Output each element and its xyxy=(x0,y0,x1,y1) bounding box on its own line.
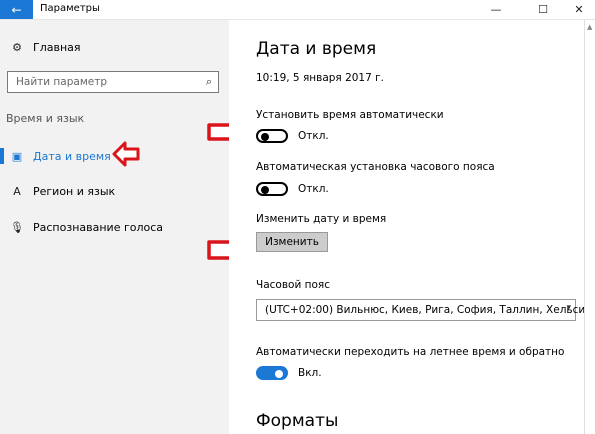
search-input[interactable] xyxy=(16,75,196,89)
change-datetime-label: Изменить дату и время xyxy=(256,213,387,225)
timezone-value: (UTC+02:00) Вильнюс, Киев, Рига, София, … xyxy=(265,304,595,316)
minimize-button[interactable]: — xyxy=(483,0,509,19)
minimize-icon: — xyxy=(490,3,502,16)
auto-time-label: Установить время автоматически xyxy=(256,109,444,121)
timezone-select[interactable]: (UTC+02:00) Вильнюс, Киев, Рига, София, … xyxy=(256,299,595,321)
sidebar: ⚙ Главная ⌕ Время и язык ▣ Дата и время … xyxy=(0,20,229,434)
chevron-down-icon: ▾ xyxy=(566,303,571,313)
search-box: ⌕ xyxy=(7,71,219,93)
dst-label: Автоматически переходить на летнее время… xyxy=(256,346,565,358)
sidebar-item-label: Главная xyxy=(33,40,81,54)
auto-time-toggle[interactable] xyxy=(256,129,288,143)
auto-time-state: Откл. xyxy=(298,130,329,142)
title-bar: ← Параметры — ☐ ✕ xyxy=(0,0,595,20)
window-title: Параметры xyxy=(40,3,100,14)
timezone-label: Часовой пояс xyxy=(256,279,330,291)
close-icon: ✕ xyxy=(574,3,584,16)
sidebar-item-label: Дата и время xyxy=(33,149,111,163)
auto-timezone-toggle[interactable] xyxy=(256,182,288,196)
sidebar-item-speech[interactable]: 🎙 Распознавание голоса xyxy=(0,213,229,241)
dst-toggle[interactable] xyxy=(256,366,288,380)
maximize-button[interactable]: ☐ xyxy=(530,0,556,19)
close-button[interactable]: ✕ xyxy=(566,0,592,19)
auto-timezone-state: Откл. xyxy=(298,183,329,195)
red-arrow-left-icon xyxy=(112,141,140,167)
section-caption: Время и язык xyxy=(6,112,85,125)
sidebar-item-region-language[interactable]: A Регион и язык xyxy=(0,177,229,205)
sidebar-item-label: Регион и язык xyxy=(33,184,116,198)
gear-icon: ⚙ xyxy=(12,40,22,54)
back-arrow-icon: ← xyxy=(11,2,22,17)
toggle-knob xyxy=(261,186,269,194)
scroll-up-icon[interactable]: ▲ xyxy=(587,23,592,31)
main-content: Дата и время 10:19, 5 января 2017 г. Уст… xyxy=(229,20,595,434)
maximize-icon: ☐ xyxy=(538,3,548,16)
formats-heading: Форматы xyxy=(256,411,339,431)
scrollbar[interactable]: ▲ xyxy=(584,20,595,434)
page-title: Дата и время xyxy=(256,39,377,59)
active-indicator xyxy=(0,148,4,164)
current-datetime: 10:19, 5 января 2017 г. xyxy=(256,72,384,84)
toggle-knob xyxy=(261,133,269,141)
back-button[interactable]: ← xyxy=(0,0,33,19)
language-icon: A xyxy=(13,184,21,198)
auto-timezone-label: Автоматическая установка часового пояса xyxy=(256,161,495,173)
toggle-knob xyxy=(275,370,283,378)
sidebar-item-label: Распознавание голоса xyxy=(33,220,164,234)
change-datetime-button[interactable]: Изменить xyxy=(256,232,328,252)
search-icon[interactable]: ⌕ xyxy=(206,75,212,89)
dst-state: Вкл. xyxy=(298,367,322,379)
sidebar-item-home[interactable]: ⚙ Главная xyxy=(0,33,229,61)
microphone-icon: 🎙 xyxy=(10,220,24,234)
calendar-clock-icon: ▣ xyxy=(11,149,23,163)
